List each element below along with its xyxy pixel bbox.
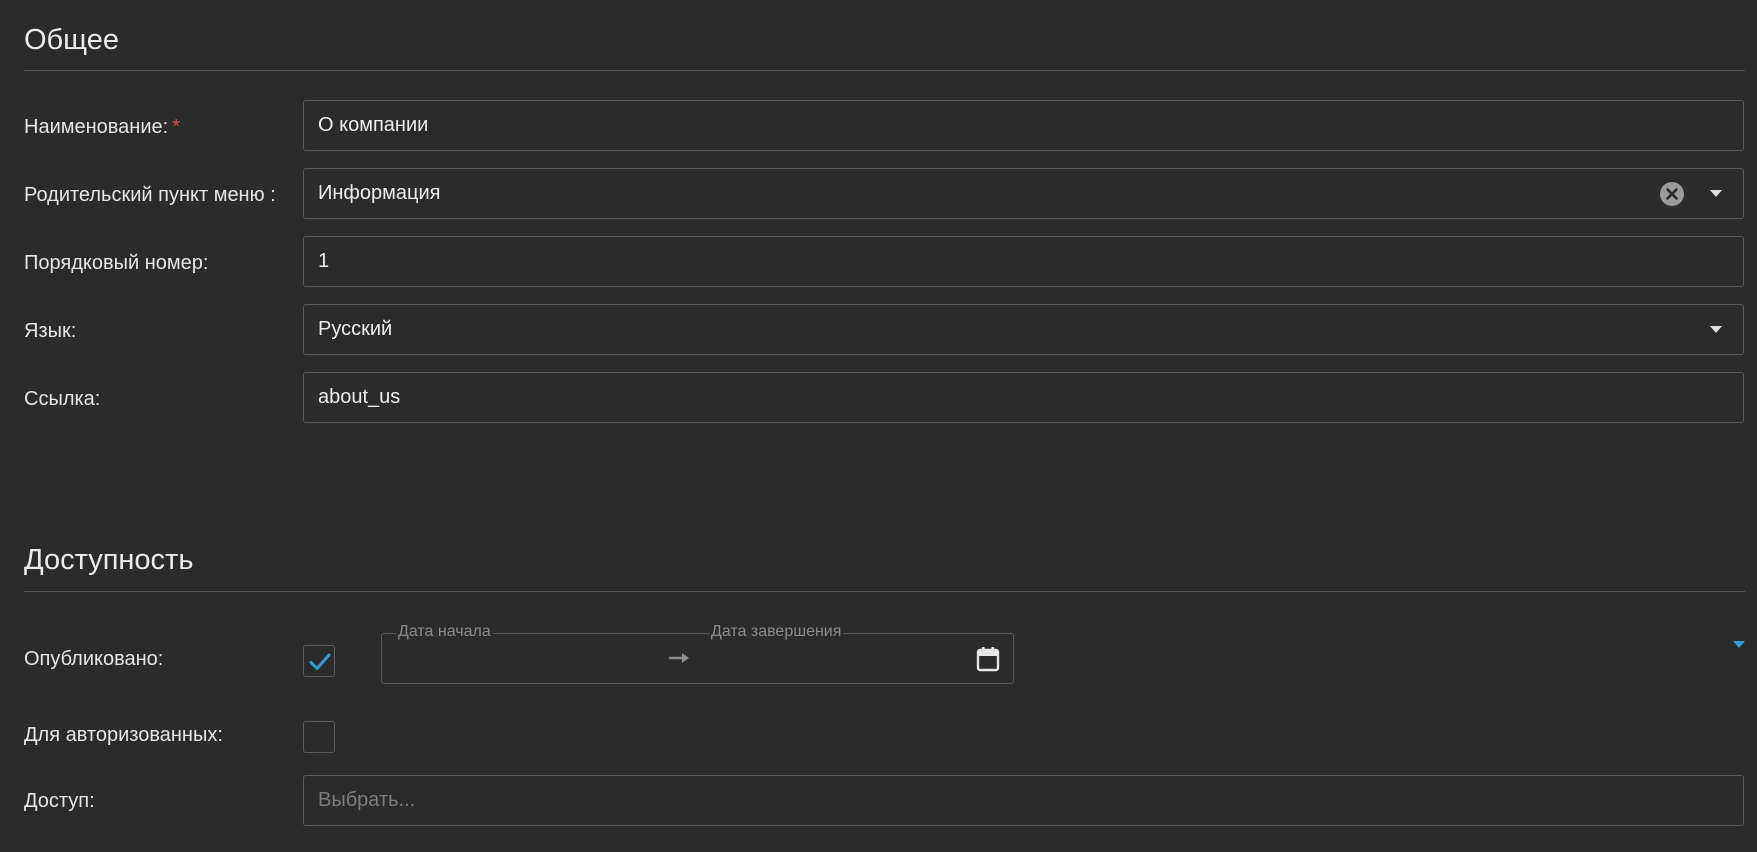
access-placeholder: Выбрать... xyxy=(318,789,416,811)
name-label-text: Наименование: xyxy=(24,116,169,138)
arrow-right-icon xyxy=(668,650,692,671)
order-label: Порядковый номер: xyxy=(24,252,209,274)
language-select[interactable]: Русский xyxy=(303,304,1744,355)
access-select[interactable]: Выбрать... xyxy=(303,775,1744,826)
published-label: Опубликовано: xyxy=(24,648,164,670)
published-checkbox[interactable] xyxy=(303,645,335,677)
chevron-down-icon[interactable] xyxy=(1733,641,1745,648)
calendar-icon[interactable] xyxy=(976,646,1000,677)
section-divider-availability xyxy=(24,591,1745,592)
order-input-value: 1 xyxy=(318,250,330,272)
name-input-value: О компании xyxy=(318,114,429,136)
name-input[interactable]: О компании xyxy=(303,100,1744,151)
date-range-picker[interactable]: Дата начала Дата завершения xyxy=(381,623,1014,684)
section-title-general: Общее xyxy=(24,24,119,56)
section-title-availability: Доступность xyxy=(24,544,194,576)
section-divider-general xyxy=(24,70,1745,71)
checkmark-icon xyxy=(309,653,331,670)
order-input[interactable]: 1 xyxy=(303,236,1744,287)
authorized-only-checkbox[interactable] xyxy=(303,721,335,753)
access-label: Доступ: xyxy=(24,790,95,812)
date-end-label: Дата завершения xyxy=(709,623,844,641)
chevron-down-icon[interactable] xyxy=(1710,326,1722,333)
parent-menu-label: Родительский пункт меню : xyxy=(24,184,276,206)
language-value: Русский xyxy=(318,318,393,340)
name-label: Наименование: * xyxy=(24,116,180,139)
link-input[interactable]: about_us xyxy=(303,372,1744,423)
authorized-only-label: Для авторизованных: xyxy=(24,724,223,746)
language-label: Язык: xyxy=(24,320,77,342)
date-start-label: Дата начала xyxy=(396,623,493,641)
menu-item-form: Общее Наименование: * О компании Родитель… xyxy=(0,0,1757,852)
link-label: Ссылка: xyxy=(24,388,101,410)
clear-circle-icon[interactable] xyxy=(1660,181,1684,206)
required-mark: * xyxy=(172,116,180,138)
parent-menu-value: Информация xyxy=(318,182,441,204)
chevron-down-icon[interactable] xyxy=(1710,190,1722,197)
parent-menu-select[interactable]: Информация xyxy=(303,168,1744,219)
link-input-value: about_us xyxy=(318,386,401,408)
